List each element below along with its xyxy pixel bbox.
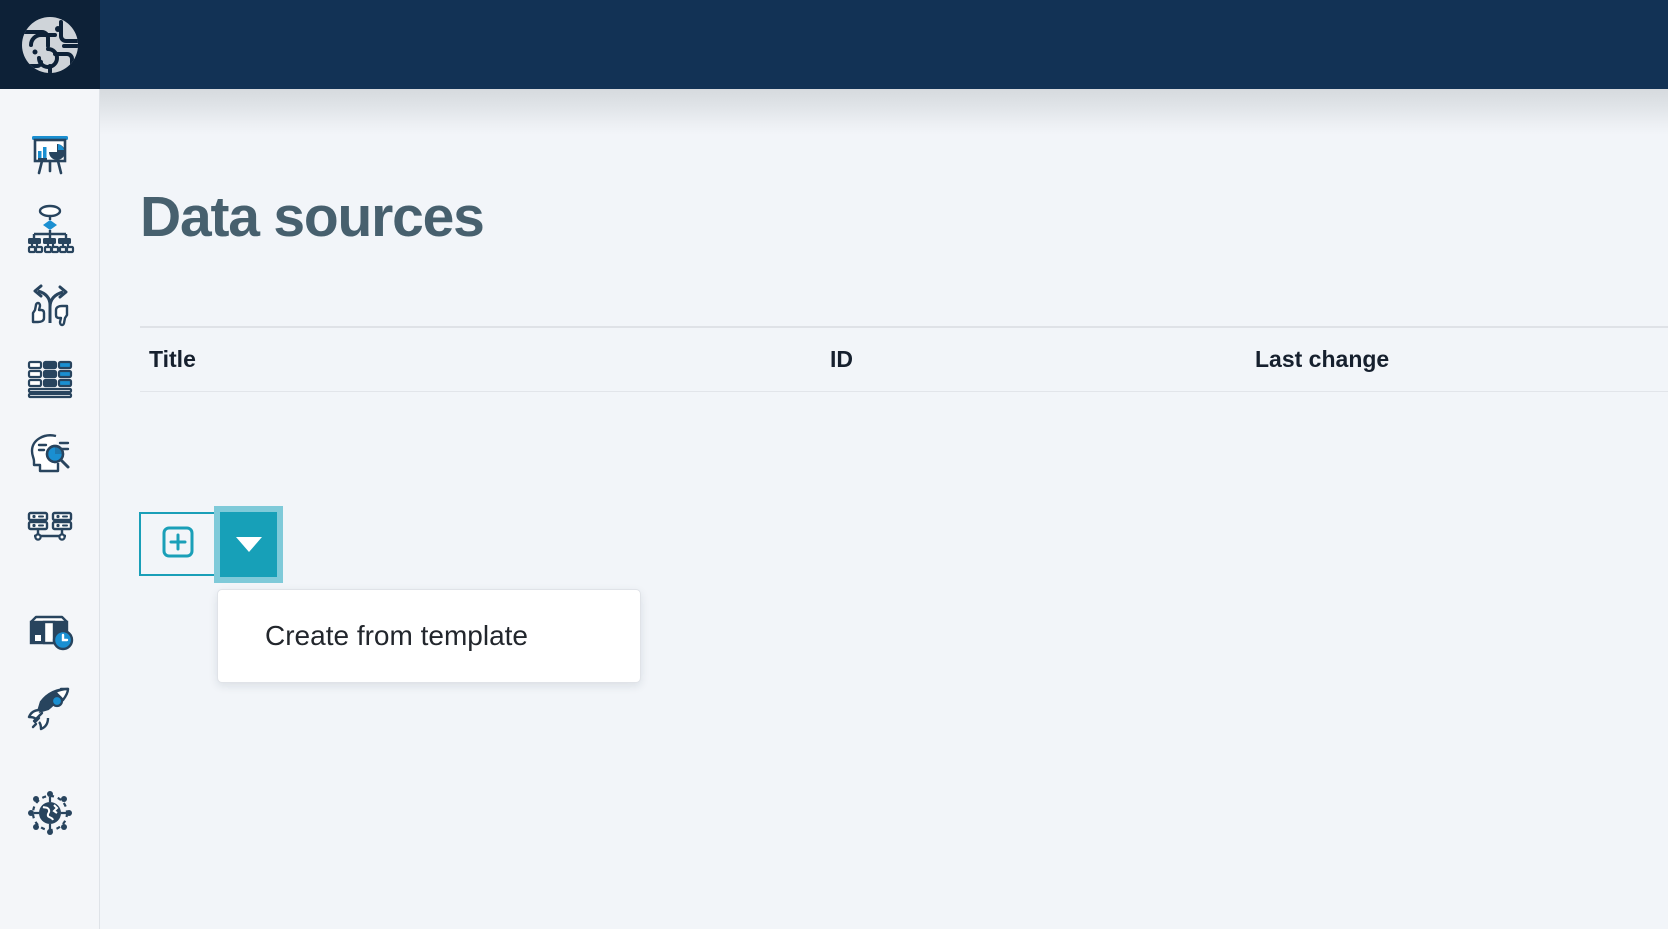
sidebar-item-models[interactable] — [0, 190, 100, 265]
sidebar-item-insights[interactable] — [0, 415, 100, 490]
chevron-down-icon — [235, 537, 262, 552]
hierarchy-org-chart-icon — [24, 202, 76, 254]
globe-network-icon — [24, 787, 76, 839]
top-app-bar — [0, 0, 1668, 89]
database-table-icon — [24, 352, 76, 404]
presentation-chart-icon — [24, 127, 76, 179]
app-root: Data sources Title ID Last change Create… — [0, 0, 1668, 929]
sidebar-item-data[interactable] — [0, 340, 100, 415]
sidebar-item-history[interactable] — [0, 595, 100, 670]
table-header-row: Title ID Last change — [140, 328, 1668, 392]
create-split-button — [139, 506, 283, 583]
decision-thumbs-icon — [24, 277, 76, 329]
data-sources-table: Title ID Last change — [140, 326, 1668, 392]
create-dropdown-toggle[interactable] — [214, 506, 283, 583]
create-dropdown-menu: Create from template — [217, 589, 641, 683]
column-header-id[interactable]: ID — [830, 346, 1255, 373]
plus-square-icon — [161, 525, 195, 564]
page-title: Data sources — [140, 185, 485, 250]
sidebar-item-decisions[interactable] — [0, 265, 100, 340]
head-insight-search-icon — [24, 427, 76, 479]
server-network-icon — [24, 502, 76, 554]
create-dropdown-toggle-face — [220, 512, 277, 577]
column-header-title[interactable]: Title — [140, 346, 830, 373]
globe-maze-logo-icon — [19, 14, 81, 76]
sidebar-item-deploy[interactable] — [0, 670, 100, 745]
column-header-last-change[interactable]: Last change — [1255, 346, 1668, 373]
sidebar-nav — [0, 89, 100, 929]
sidebar-item-global[interactable] — [0, 775, 100, 850]
sidebar-item-dashboards[interactable] — [0, 115, 100, 190]
main-content: Data sources Title ID Last change — [100, 89, 1668, 929]
app-logo[interactable] — [0, 0, 100, 89]
rocket-icon — [24, 682, 76, 734]
sidebar-item-servers[interactable] — [0, 490, 100, 565]
menu-item-create-from-template[interactable]: Create from template — [218, 620, 528, 652]
box-clock-icon — [24, 607, 76, 659]
create-data-source-button[interactable] — [139, 512, 215, 576]
